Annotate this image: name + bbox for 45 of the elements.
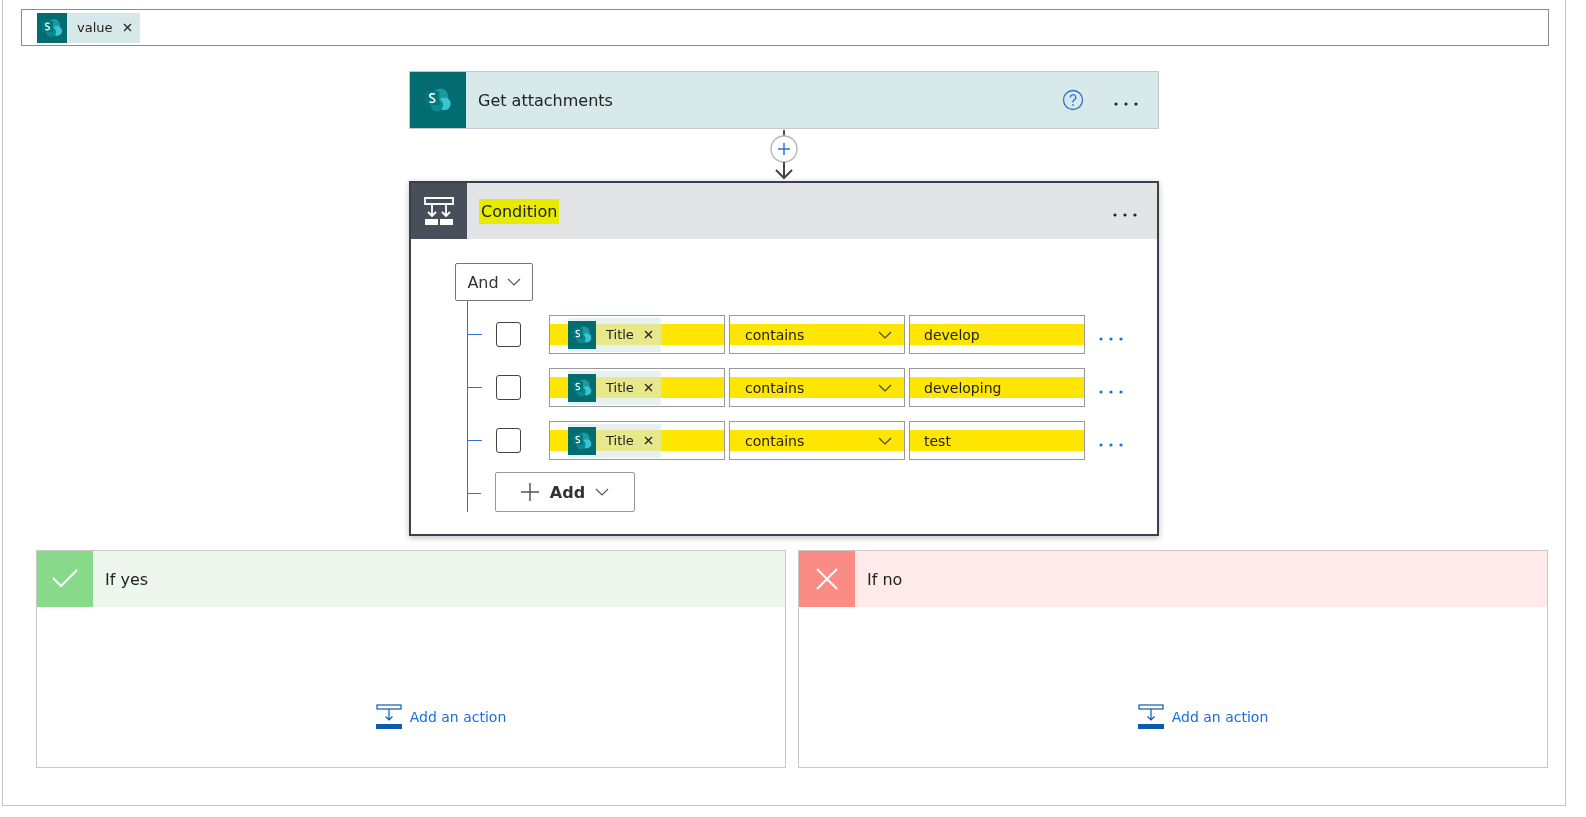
action-card[interactable]: Get attachments bbox=[409, 71, 1159, 129]
title-token[interactable]: Title bbox=[568, 423, 661, 458]
row-checkbox[interactable] bbox=[496, 375, 521, 400]
value-field[interactable]: test bbox=[909, 421, 1085, 460]
action-title: Get attachments bbox=[478, 90, 614, 110]
value-token[interactable]: value bbox=[37, 12, 140, 43]
chevron-down-icon bbox=[595, 488, 610, 496]
sharepoint-icon bbox=[568, 373, 596, 402]
output-field[interactable]: value bbox=[21, 9, 1549, 46]
condition-title: Condition bbox=[479, 201, 1109, 221]
condition-operand-field[interactable]: Title bbox=[549, 421, 725, 460]
add-action-link[interactable]: Add an action bbox=[1137, 704, 1269, 729]
help-icon[interactable] bbox=[1062, 89, 1084, 111]
sharepoint-icon bbox=[568, 426, 596, 455]
title-token[interactable]: Title bbox=[568, 317, 661, 352]
remove-icon[interactable] bbox=[643, 383, 653, 392]
sharepoint-icon bbox=[568, 320, 596, 349]
add-action-icon bbox=[1137, 704, 1164, 729]
value-field[interactable]: develop bbox=[909, 315, 1085, 354]
row-checkbox[interactable] bbox=[496, 428, 521, 453]
remove-icon[interactable] bbox=[643, 330, 653, 339]
branch-title: If yes bbox=[105, 569, 150, 589]
chevron-down-icon bbox=[878, 383, 892, 392]
chevron-down-icon bbox=[878, 436, 892, 445]
condition-operand-field[interactable]: Title bbox=[549, 368, 725, 407]
branch-title: If no bbox=[867, 569, 904, 589]
plus-icon bbox=[519, 482, 540, 502]
condition-icon bbox=[422, 195, 456, 227]
add-action-link[interactable]: Add an action bbox=[375, 704, 507, 729]
chevron-down-icon bbox=[878, 330, 892, 339]
add-button[interactable]: Add bbox=[494, 472, 635, 512]
group-operator-dropdown[interactable]: And bbox=[455, 263, 533, 301]
sharepoint-icon bbox=[37, 12, 67, 43]
add-action-icon bbox=[375, 704, 402, 729]
operator-dropdown[interactable]: contains bbox=[729, 315, 905, 354]
operator-dropdown[interactable]: contains bbox=[729, 421, 905, 460]
remove-icon[interactable] bbox=[122, 23, 132, 32]
insert-step-icon[interactable] bbox=[767, 130, 801, 180]
condition-operand-field[interactable]: Title bbox=[549, 315, 725, 354]
remove-icon[interactable] bbox=[643, 436, 653, 445]
operator-dropdown[interactable]: contains bbox=[729, 368, 905, 407]
value-field[interactable]: developing bbox=[909, 368, 1085, 407]
title-token[interactable]: Title bbox=[568, 370, 661, 405]
row-checkbox[interactable] bbox=[496, 322, 521, 347]
chevron-down-icon bbox=[506, 278, 521, 286]
